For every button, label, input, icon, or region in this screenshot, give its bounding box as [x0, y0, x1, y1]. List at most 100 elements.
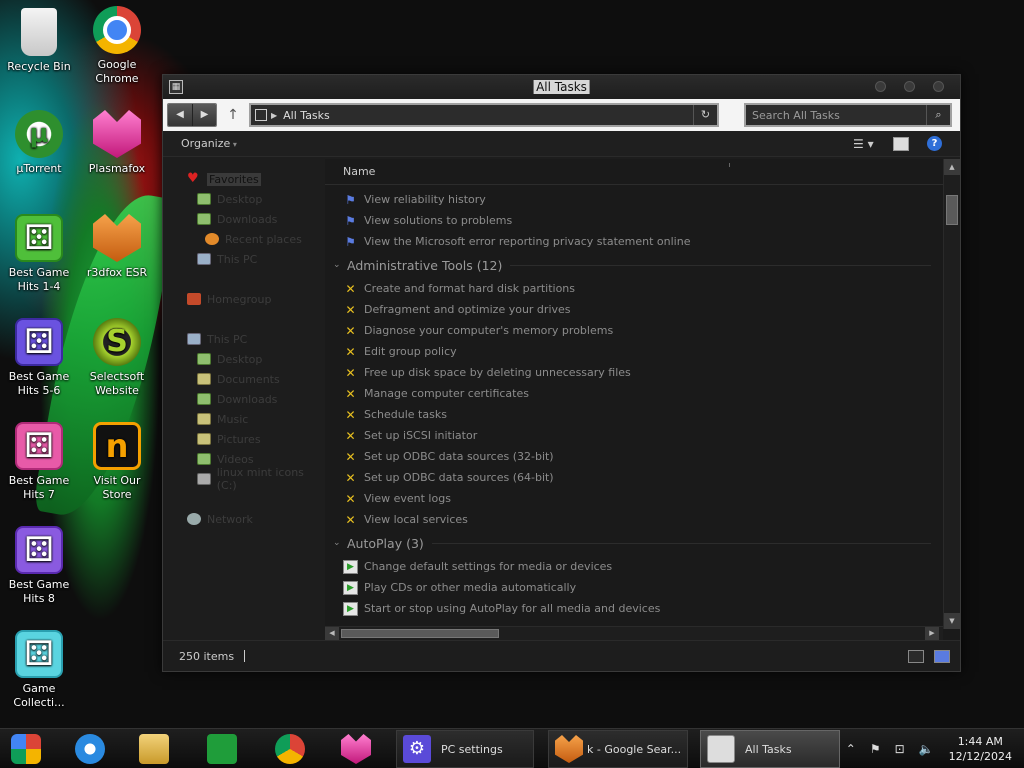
nav-fav-desktop[interactable]: Desktop: [163, 189, 325, 209]
help-icon[interactable]: ?: [927, 136, 942, 151]
taskbar-task-all-tasks[interactable]: All Tasks: [700, 730, 840, 768]
chevron-down-icon[interactable]: ⌄: [333, 260, 347, 270]
group-header-autoplay[interactable]: ⌄ AutoPlay (3): [325, 530, 941, 556]
volume-muted-icon[interactable]: 🔈: [919, 742, 934, 756]
list-item[interactable]: ⚑ View solutions to problems: [325, 210, 941, 231]
nav-network[interactable]: Network: [163, 509, 325, 529]
nav-pc-documents[interactable]: Documents: [163, 369, 325, 389]
explorer-window[interactable]: ▦ All Tasks ◀ ▶ ↑ ▶ All Tasks ↻ Search A…: [162, 74, 961, 672]
list-item[interactable]: ▶ Change default settings for media or de…: [325, 556, 941, 577]
desktop-icon-best-game-hits-1-4[interactable]: Best Game Hits 1-4: [0, 214, 78, 294]
search-input[interactable]: Search All Tasks ⌕: [744, 103, 952, 127]
back-button[interactable]: ◀: [168, 104, 192, 126]
details-view-icon[interactable]: [908, 649, 924, 663]
taskbar-chrome[interactable]: [272, 733, 308, 765]
list-item[interactable]: ✕ Set up ODBC data sources (32-bit): [325, 446, 941, 467]
taskbar-task-pc-settings[interactable]: ⚙ PC settings: [396, 730, 534, 768]
scroll-thumb[interactable]: [341, 629, 499, 638]
preview-pane-icon[interactable]: [893, 136, 909, 151]
taskbar-task-r3dfox[interactable]: k - Google Sear...: [548, 730, 688, 768]
organize-button[interactable]: Organize: [181, 137, 237, 150]
network-icon[interactable]: ⊡: [895, 742, 905, 756]
vertical-scrollbar[interactable]: ▲ ▼: [943, 159, 960, 629]
computer-icon: [197, 253, 211, 265]
store-icon: [207, 734, 237, 764]
list-item[interactable]: ✕ Schedule tasks: [325, 404, 941, 425]
list-item[interactable]: ✕ Set up iSCSI initiator: [325, 425, 941, 446]
list-item[interactable]: ✕ Manage computer certificates: [325, 383, 941, 404]
downloads-folder-icon: [197, 213, 211, 225]
list-item[interactable]: ✕ Defragment and optimize your drives: [325, 299, 941, 320]
forward-button[interactable]: ▶: [192, 104, 216, 126]
nav-homegroup[interactable]: Homegroup: [163, 289, 325, 309]
nav-pc-desktop[interactable]: Desktop: [163, 349, 325, 369]
scroll-up-icon[interactable]: ▲: [944, 159, 960, 175]
desktop-icon-recycle-bin[interactable]: Recycle Bin: [0, 8, 78, 74]
taskbar-internet-explorer[interactable]: [72, 733, 108, 765]
change-view-icon[interactable]: ☰ ▾: [853, 137, 875, 151]
desktop-icon-google-chrome[interactable]: Google Chrome: [78, 6, 156, 86]
plasmafox-icon: [341, 734, 371, 764]
up-arrow-icon[interactable]: ↑: [223, 107, 243, 123]
minimize-button[interactable]: [875, 81, 886, 92]
window-app-icon[interactable]: ▦: [169, 80, 183, 94]
address-bar[interactable]: ▶ All Tasks ↻: [249, 103, 719, 127]
search-icon[interactable]: ⌕: [926, 105, 950, 125]
nav-pc-drive-c[interactable]: linux mint icons (C:): [163, 466, 325, 492]
taskbar-plasmafox[interactable]: [338, 733, 374, 765]
list-item[interactable]: ⚑ View reliability history: [325, 189, 941, 210]
desktop-icon-selectsoft-website[interactable]: S Selectsoft Website: [78, 318, 156, 398]
list-item[interactable]: ✕ Free up disk space by deleting unnecess…: [325, 362, 941, 383]
nav-fav-downloads[interactable]: Downloads: [163, 209, 325, 229]
scroll-thumb[interactable]: [946, 195, 958, 225]
list-item[interactable]: ✕ View event logs: [325, 488, 941, 509]
desktop-icon-best-game-hits-5-6[interactable]: Best Game Hits 5-6: [0, 318, 78, 398]
homegroup-icon: [187, 293, 201, 305]
chevron-down-icon[interactable]: ⌄: [333, 538, 347, 548]
list-item[interactable]: ✕ View local services: [325, 509, 941, 530]
title-bar[interactable]: ▦ All Tasks: [163, 75, 960, 99]
breadcrumb-arrow-icon[interactable]: ▶: [271, 111, 277, 120]
large-icons-view-icon[interactable]: [934, 649, 950, 663]
scroll-down-icon[interactable]: ▼: [944, 613, 960, 629]
clock[interactable]: 1:44 AM 12/12/2024: [949, 734, 1012, 764]
list-item[interactable]: ⚑ View the Microsoft error reporting priv…: [325, 231, 941, 252]
navigation-pane: ♥ Favorites Desktop Downloads Recent pla…: [163, 159, 325, 640]
list-item[interactable]: ✕ Create and format hard disk partitions: [325, 278, 941, 299]
group-header-administrative-tools[interactable]: ⌄ Administrative Tools (12): [325, 252, 941, 278]
taskbar-store[interactable]: [204, 733, 240, 765]
desktop-icon-label: r3dfox ESR: [86, 266, 148, 279]
scroll-right-icon[interactable]: ▶: [925, 627, 939, 640]
horizontal-scrollbar[interactable]: ◀ ▶: [325, 626, 943, 640]
nav-fav-recent-places[interactable]: Recent places: [163, 229, 325, 249]
scroll-left-icon[interactable]: ◀: [325, 627, 339, 640]
list-item[interactable]: ▶ Start or stop using AutoPlay for all me…: [325, 598, 941, 619]
nav-pc-pictures[interactable]: Pictures: [163, 429, 325, 449]
breadcrumb[interactable]: All Tasks: [283, 109, 693, 122]
start-button[interactable]: [8, 733, 44, 765]
show-hidden-icons-icon[interactable]: ⌃: [846, 742, 856, 756]
list-item[interactable]: ✕ Diagnose your computer's memory problem…: [325, 320, 941, 341]
desktop-icon-plasmafox[interactable]: Plasmafox: [78, 110, 156, 176]
list-item[interactable]: ✕ Set up ODBC data sources (64-bit): [325, 467, 941, 488]
close-button[interactable]: [933, 81, 944, 92]
nav-pc-music[interactable]: Music: [163, 409, 325, 429]
list-item[interactable]: ✕ Edit group policy: [325, 341, 941, 362]
desktop-icon-best-game-hits-8[interactable]: Best Game Hits 8: [0, 526, 78, 606]
nav-fav-this-pc[interactable]: This PC: [163, 249, 325, 269]
desktop-icon-utorrent[interactable]: µ µTorrent: [0, 110, 78, 176]
action-center-flag-icon[interactable]: ⚑: [870, 742, 881, 756]
column-header-name[interactable]: Name: [325, 159, 960, 185]
desktop-icon-r3dfox-esr[interactable]: r3dfox ESR: [78, 214, 156, 280]
nav-favorites[interactable]: ♥ Favorites: [163, 169, 325, 189]
maximize-button[interactable]: [904, 81, 915, 92]
desktop-icon-visit-our-store[interactable]: n Visit Our Store: [78, 422, 156, 502]
nav-pc-downloads[interactable]: Downloads: [163, 389, 325, 409]
taskbar: ⚙ PC settings k - Google Sear... All Tas…: [0, 728, 1024, 768]
list-item[interactable]: ▶ Play CDs or other media automatically: [325, 577, 941, 598]
taskbar-file-explorer[interactable]: [136, 733, 172, 765]
nav-this-pc[interactable]: This PC: [163, 329, 325, 349]
desktop-icon-game-collection[interactable]: Game Collecti...: [0, 630, 78, 710]
refresh-icon[interactable]: ↻: [693, 105, 717, 125]
desktop-icon-best-game-hits-7[interactable]: Best Game Hits 7: [0, 422, 78, 502]
